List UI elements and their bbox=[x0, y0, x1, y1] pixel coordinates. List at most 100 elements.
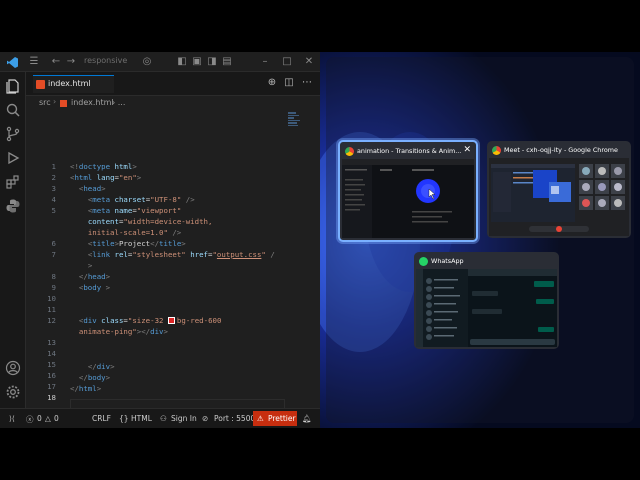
toggle-panel-icon[interactable]: ◧ bbox=[175, 54, 189, 70]
activity-bar bbox=[0, 72, 26, 408]
line-number: 11 bbox=[47, 305, 56, 314]
warning-icon: ⚠ bbox=[257, 414, 264, 423]
menu-icon[interactable]: ☰ bbox=[27, 54, 41, 70]
line-number: 4 bbox=[51, 195, 56, 204]
code-line: <link rel="stylesheet" href="output.css"… bbox=[87, 250, 275, 259]
chrome-icon bbox=[492, 146, 501, 155]
desktop: animation - Transitions & Anim... ✕ Meet… bbox=[320, 52, 640, 428]
line-number: 3 bbox=[51, 184, 56, 193]
code-line: </div> bbox=[87, 362, 115, 371]
prettier-label: Prettier bbox=[268, 414, 296, 423]
editor-tab-bar: index.html ⊕ ◫ ⋯ bbox=[26, 72, 320, 96]
window-title: animation - Transitions & Anim... bbox=[357, 147, 462, 155]
language-mode[interactable]: HTML bbox=[131, 414, 152, 423]
errors-count[interactable]: 0 bbox=[37, 414, 42, 423]
code-line: <!doctype html> bbox=[70, 162, 137, 171]
live-server-icon: ⊘ bbox=[202, 414, 209, 423]
window-thumbnail bbox=[489, 158, 629, 236]
window-title: WhatsApp bbox=[431, 257, 464, 265]
title-bar: ☰ ← → responsive ◎ ◧ ▣ ◨ ▤ – □ ✕ bbox=[0, 52, 320, 72]
line-number: 15 bbox=[47, 360, 56, 369]
line-number: 5 bbox=[51, 206, 56, 215]
extensions-icon[interactable] bbox=[5, 174, 21, 190]
breadcrumb-file[interactable]: index.html bbox=[71, 98, 114, 107]
color-swatch bbox=[167, 317, 175, 324]
line-number: 7 bbox=[51, 250, 56, 259]
line-number: 16 bbox=[47, 371, 56, 380]
settings-gear-icon[interactable] bbox=[5, 384, 21, 400]
vscode-logo-icon bbox=[5, 54, 19, 70]
minimize-icon[interactable]: – bbox=[258, 54, 272, 70]
code-line: </head> bbox=[78, 272, 111, 281]
source-control-icon[interactable] bbox=[5, 126, 21, 142]
live-server-port[interactable]: Port : 5500 bbox=[214, 414, 255, 423]
code-line: </html> bbox=[70, 384, 102, 393]
notifications-bell-icon[interactable]: 🔔︎ bbox=[302, 414, 312, 423]
close-icon[interactable]: ✕ bbox=[463, 145, 471, 155]
toggle-sidebar-icon[interactable]: ◨ bbox=[205, 54, 219, 70]
forward-arrow-icon[interactable]: → bbox=[64, 54, 78, 70]
window-card-animation[interactable]: animation - Transitions & Anim... ✕ bbox=[338, 140, 478, 242]
run-debug-icon[interactable] bbox=[5, 150, 21, 166]
line-number: 18 bbox=[47, 393, 56, 402]
line-number: 17 bbox=[47, 382, 56, 391]
code-line: > bbox=[87, 261, 93, 270]
vscode-window: ☰ ← → responsive ◎ ◧ ▣ ◨ ▤ – □ ✕ index.h… bbox=[0, 52, 320, 428]
breadcrumb-more[interactable]: › ... bbox=[112, 98, 125, 107]
minimap[interactable] bbox=[288, 112, 302, 132]
layout-icon[interactable]: ▣ bbox=[190, 54, 204, 70]
task-switcher: animation - Transitions & Anim... ✕ Meet… bbox=[326, 57, 634, 423]
back-arrow-icon[interactable]: ← bbox=[49, 54, 63, 70]
eol-selector[interactable]: CRLF bbox=[92, 414, 111, 423]
warnings-icon[interactable]: △ bbox=[45, 414, 51, 423]
braces-icon: {} bbox=[119, 414, 129, 423]
errors-icon[interactable]: ⓧ bbox=[26, 414, 34, 425]
close-window-icon[interactable]: ✕ bbox=[302, 54, 316, 70]
html-file-icon bbox=[60, 100, 67, 107]
line-number: 6 bbox=[51, 239, 56, 248]
line-number: 12 bbox=[47, 316, 56, 325]
explorer-icon[interactable] bbox=[5, 78, 21, 94]
open-preview-globe-icon[interactable]: ⊕ bbox=[266, 77, 278, 89]
code-line: <title>Project</title> bbox=[87, 239, 186, 248]
status-bar: ⟩⟨ ⓧ 0 △ 0 CRLF {} HTML ⚇ Sign In ⊘ Port… bbox=[0, 408, 320, 428]
tab-index-html[interactable]: index.html bbox=[33, 75, 114, 93]
search-icon[interactable] bbox=[5, 102, 21, 118]
more-actions-icon[interactable]: ⋯ bbox=[301, 77, 313, 89]
html-file-icon bbox=[36, 80, 45, 89]
line-number: 14 bbox=[47, 349, 56, 358]
breadcrumb-separator: › bbox=[53, 97, 57, 106]
customize-layout-icon[interactable]: ▤ bbox=[220, 54, 234, 70]
python-icon[interactable] bbox=[5, 198, 21, 214]
window-card-meet[interactable]: Meet - cxh-oqjj-ity - Google Chrome bbox=[487, 141, 631, 238]
code-line: initial-scale=1.0" /> bbox=[87, 228, 182, 237]
window-thumbnail bbox=[416, 269, 557, 347]
window-thumbnail bbox=[342, 159, 474, 238]
code-line: content="width=device-width, bbox=[87, 217, 213, 226]
code-line: <meta charset="UTF-8" /> bbox=[87, 195, 195, 204]
line-number: 1 bbox=[51, 162, 56, 171]
maximize-icon[interactable]: □ bbox=[280, 54, 294, 70]
code-editor[interactable]: 1 2 3 4 5 6 7 8 9 10 11 12 13 14 15 16 17 18 <!doctype ht… bbox=[26, 110, 320, 410]
window-title: Meet - cxh-oqjj-ity - Google Chrome bbox=[504, 146, 618, 154]
code-line: <div class="size-32 bg-red-600 bbox=[78, 316, 222, 325]
split-editor-icon[interactable]: ◫ bbox=[283, 77, 295, 89]
line-number: 8 bbox=[51, 272, 56, 281]
breadcrumb-folder[interactable]: src bbox=[39, 98, 51, 107]
line-number: 13 bbox=[47, 338, 56, 347]
code-line: </body> bbox=[78, 373, 111, 382]
code-line: <meta name="viewport" bbox=[87, 206, 182, 215]
command-center-search[interactable]: responsive bbox=[84, 56, 127, 65]
prettier-button[interactable]: ⚠ Prettier bbox=[253, 411, 297, 426]
remote-icon[interactable]: ⟩⟨ bbox=[9, 414, 15, 423]
code-line: <head> bbox=[78, 184, 106, 193]
copilot-icon[interactable]: ◎ bbox=[140, 54, 154, 70]
chrome-icon bbox=[345, 147, 354, 156]
sign-in-button[interactable]: Sign In bbox=[171, 414, 197, 423]
warnings-count[interactable]: 0 bbox=[54, 414, 59, 423]
line-number: 2 bbox=[51, 173, 56, 182]
sign-in-icon: ⚇ bbox=[160, 414, 167, 423]
account-icon[interactable] bbox=[5, 360, 21, 376]
window-card-whatsapp[interactable]: WhatsApp bbox=[414, 252, 559, 349]
line-number: 9 bbox=[51, 283, 56, 292]
